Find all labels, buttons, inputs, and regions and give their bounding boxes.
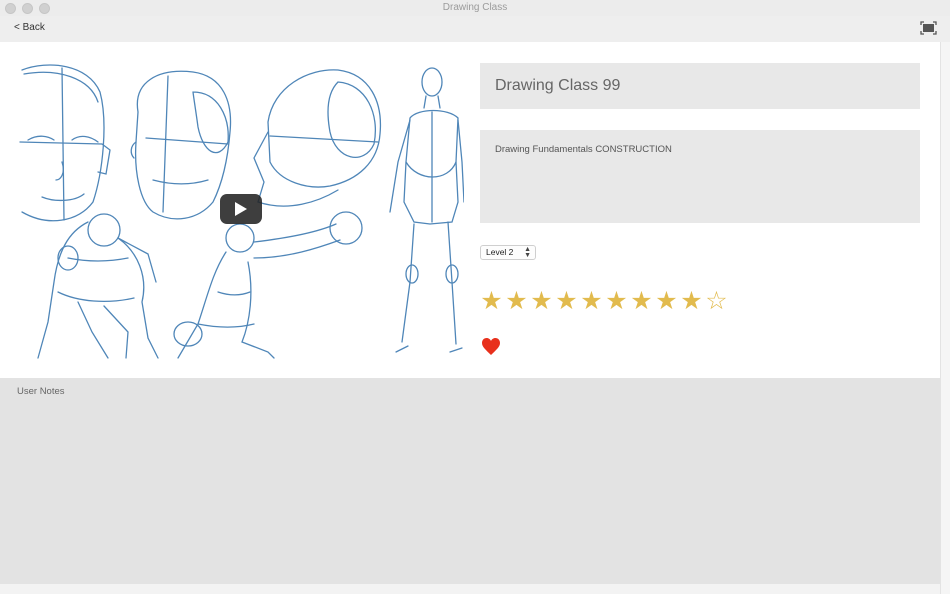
select-arrows-icon: ▲ ▼ <box>524 246 531 259</box>
toolbar: < Back <box>0 16 950 42</box>
star-filled-icon[interactable]: ★ <box>579 289 604 314</box>
rating-stars[interactable]: ★ ★ ★ ★ ★ ★ ★ ★ ★ ☆ <box>479 289 729 314</box>
fullscreen-button[interactable] <box>920 21 937 35</box>
star-filled-icon[interactable]: ★ <box>529 289 554 314</box>
zoom-window-button[interactable] <box>39 3 50 14</box>
close-window-button[interactable] <box>5 3 16 14</box>
lesson-description: Drawing Fundamentals CONSTRUCTION <box>480 130 920 223</box>
fullscreen-icon <box>920 21 937 35</box>
video-player[interactable] <box>18 62 464 360</box>
play-icon <box>235 202 247 216</box>
star-filled-icon[interactable]: ★ <box>479 289 504 314</box>
user-notes-label: User Notes <box>17 386 65 397</box>
level-select-value: Level 2 <box>486 247 514 257</box>
level-select[interactable]: Level 2 ▲ ▼ <box>480 245 536 260</box>
window-controls <box>5 3 50 14</box>
user-notes-area[interactable]: User Notes <box>0 378 940 584</box>
star-empty-icon[interactable]: ☆ <box>704 289 729 314</box>
star-filled-icon[interactable]: ★ <box>679 289 704 314</box>
bottom-bar <box>0 584 940 594</box>
favorite-button[interactable] <box>482 338 500 356</box>
star-filled-icon[interactable]: ★ <box>554 289 579 314</box>
lesson-panel: Drawing Class 99 Drawing Fundamentals CO… <box>0 42 940 378</box>
window-title: Drawing Class <box>442 2 508 13</box>
scrollbar[interactable] <box>940 42 950 594</box>
star-filled-icon[interactable]: ★ <box>604 289 629 314</box>
minimize-window-button[interactable] <box>22 3 33 14</box>
title-bar: Drawing Class <box>0 0 950 16</box>
play-button[interactable] <box>220 194 262 224</box>
star-filled-icon[interactable]: ★ <box>504 289 529 314</box>
back-button[interactable]: < Back <box>14 22 45 33</box>
heart-icon <box>482 338 500 355</box>
star-filled-icon[interactable]: ★ <box>654 289 679 314</box>
lesson-title: Drawing Class 99 <box>480 63 920 109</box>
star-filled-icon[interactable]: ★ <box>629 289 654 314</box>
